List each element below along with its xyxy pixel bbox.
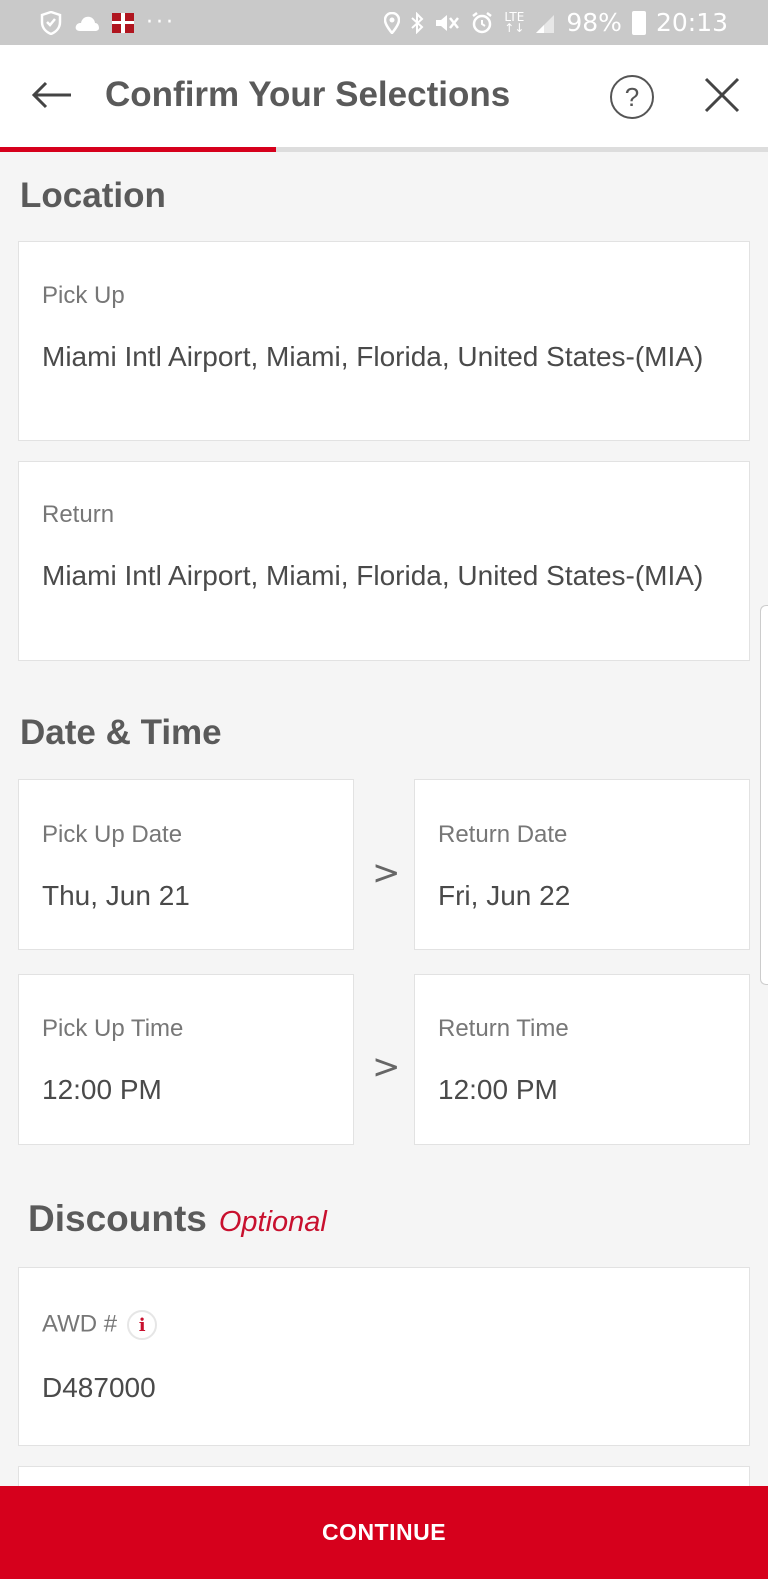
date-arrow-icon: > xyxy=(372,853,401,893)
pickup-location-label: Pick Up xyxy=(42,282,125,309)
return-time-label: Return Time xyxy=(438,1015,569,1042)
status-right-icons: LTE ↑↓ 98% 20:13 xyxy=(384,8,728,37)
more-icon: ··· xyxy=(146,10,176,35)
help-icon: ? xyxy=(624,81,640,112)
continue-button[interactable]: CONTINUE xyxy=(0,1486,768,1579)
battery-percent: 98% xyxy=(566,8,622,37)
gift-icon xyxy=(112,12,134,33)
close-icon xyxy=(704,77,740,118)
pickup-time-value: 12:00 PM xyxy=(42,1074,162,1105)
pickup-date-label: Pick Up Date xyxy=(42,821,183,848)
clock: 20:13 xyxy=(655,8,728,37)
discounts-title-text: Discounts xyxy=(28,1198,207,1239)
return-date-value: Fri, Jun 22 xyxy=(438,880,571,911)
return-date-card[interactable]: Return Date Fri, Jun 22 xyxy=(414,779,750,950)
scrollbar[interactable] xyxy=(760,605,768,985)
awd-label-row: AWD # i xyxy=(42,1310,158,1340)
back-arrow-icon xyxy=(31,81,73,114)
page-title: Confirm Your Selections xyxy=(105,75,511,114)
status-bar: ··· LTE ↑↓ 98% 20:13 xyxy=(0,0,768,45)
status-left-icons: ··· xyxy=(40,10,176,35)
return-location-card[interactable]: Return Miami Intl Airport, Miami, Florid… xyxy=(18,461,750,661)
bluetooth-icon xyxy=(410,11,424,34)
return-time-card[interactable]: Return Time 12:00 PM xyxy=(414,974,750,1145)
battery-icon xyxy=(631,10,646,35)
app-header: Confirm Your Selections ? xyxy=(0,45,768,149)
return-time-value: 12:00 PM xyxy=(438,1074,558,1105)
pickup-time-label: Pick Up Time xyxy=(42,1015,184,1042)
awd-label: AWD # xyxy=(42,1310,118,1338)
help-button[interactable]: ? xyxy=(610,75,654,119)
progress-bar xyxy=(0,147,768,152)
back-button[interactable] xyxy=(28,73,76,121)
awd-card[interactable]: AWD # i D487000 xyxy=(18,1267,750,1446)
close-button[interactable] xyxy=(700,75,744,119)
location-section-title: Location xyxy=(20,176,166,215)
time-arrow-icon: > xyxy=(372,1047,401,1087)
signal-icon xyxy=(534,12,556,34)
cloud-icon xyxy=(74,14,100,32)
pickup-location-value: Miami Intl Airport, Miami, Florida, Unit… xyxy=(42,341,704,372)
return-date-label: Return Date xyxy=(438,821,568,848)
pickup-date-card[interactable]: Pick Up Date Thu, Jun 21 xyxy=(18,779,354,950)
info-icon[interactable]: i xyxy=(127,1310,158,1340)
datetime-section-title: Date & Time xyxy=(20,713,222,752)
awd-value: D487000 xyxy=(42,1372,156,1403)
pickup-location-card[interactable]: Pick Up Miami Intl Airport, Miami, Flori… xyxy=(18,241,750,441)
return-location-label: Return xyxy=(42,501,115,528)
alarm-icon xyxy=(470,11,494,35)
progress-bar-fill xyxy=(0,147,277,152)
pickup-date-value: Thu, Jun 21 xyxy=(42,880,190,911)
shield-icon xyxy=(40,10,62,35)
pickup-time-card[interactable]: Pick Up Time 12:00 PM xyxy=(18,974,354,1145)
location-icon xyxy=(384,11,401,34)
mute-icon xyxy=(434,12,460,34)
lte-icon: LTE ↑↓ xyxy=(504,9,525,35)
return-location-value: Miami Intl Airport, Miami, Florida, Unit… xyxy=(42,560,704,591)
discounts-section-title: Discounts Optional xyxy=(28,1198,327,1240)
optional-label: Optional xyxy=(218,1206,327,1238)
